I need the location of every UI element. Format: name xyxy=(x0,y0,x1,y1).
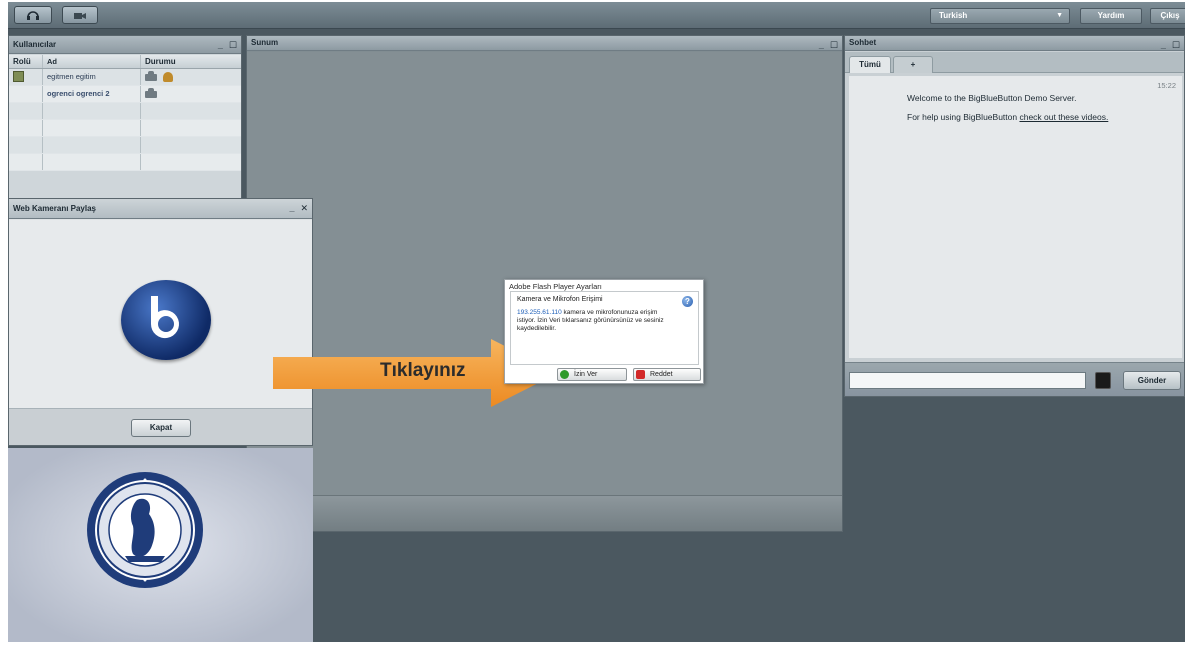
table-row-empty xyxy=(9,154,241,171)
chevron-down-icon: ▼ xyxy=(1056,12,1063,19)
chat-input-row: Gönder xyxy=(845,362,1184,396)
help-message: For help using BigBlueButton check out t… xyxy=(907,112,1157,123)
language-value: Turkish xyxy=(939,11,968,20)
users-panel: Kullanıcılar _ ☐ Rolü Ad Durumu egitmen e… xyxy=(8,35,242,205)
deny-label: Reddet xyxy=(650,371,673,378)
check-icon xyxy=(560,370,569,379)
help-link[interactable]: check out these videos. xyxy=(1019,112,1108,122)
minimize-icon[interactable]: _ xyxy=(218,37,223,54)
webcam-icon xyxy=(74,13,86,19)
table-row[interactable]: ogrenci ogrenci 2 xyxy=(9,86,241,103)
microphone-icon xyxy=(145,87,157,98)
table-row-empty xyxy=(9,103,241,120)
headset-button[interactable] xyxy=(14,6,52,24)
chat-panel: Sohbet _ ☐ Tümü + 15:22 Welcome to the Bi… xyxy=(844,35,1185,397)
maximize-icon[interactable]: ☐ xyxy=(229,37,237,54)
send-button[interactable]: Gönder xyxy=(1123,371,1181,390)
bigbluebutton-window: Turkish ▼ Yardım Çıkış Kullanıcılar _ ☐ R… xyxy=(8,2,1185,642)
user-name: egitmen egitim xyxy=(43,69,141,85)
top-toolbar: Turkish ▼ Yardım Çıkış xyxy=(8,2,1185,29)
chat-messages: 15:22 Welcome to the BigBlueButton Demo … xyxy=(849,76,1182,358)
dialog-text: 193.255.61.110 kamera ve mikrofonunuza e… xyxy=(517,309,677,333)
deny-icon xyxy=(636,370,645,379)
maximize-icon[interactable]: ☐ xyxy=(830,38,838,52)
user-name: ogrenci ogrenci 2 xyxy=(43,86,141,102)
table-row-empty xyxy=(9,120,241,137)
presentation-canvas xyxy=(247,52,842,495)
presentation-panel-title: Sunum _ ☐ xyxy=(247,36,842,51)
tab-all[interactable]: Tümü xyxy=(849,56,891,73)
presenter-icon xyxy=(163,72,173,82)
users-table-header: Rolü Ad Durumu xyxy=(9,55,241,69)
users-title: Kullanıcılar xyxy=(13,40,57,49)
webcam-preview xyxy=(9,220,312,408)
minimize-icon[interactable]: _ xyxy=(289,199,294,218)
server-ip: 193.255.61.110 xyxy=(517,309,562,316)
color-picker[interactable] xyxy=(1095,372,1111,389)
webcam-footer: Kapat xyxy=(9,408,312,445)
column-name[interactable]: Ad xyxy=(43,55,141,68)
moderator-icon xyxy=(13,71,24,82)
help-button[interactable]: Yardım xyxy=(1080,8,1142,24)
users-table: Rolü Ad Durumu egitmen egitim ogrenci og… xyxy=(9,55,241,171)
message-time: 15:22 xyxy=(1157,81,1176,90)
b-logo-glyph xyxy=(150,296,179,339)
welcome-message: Welcome to the BigBlueButton Demo Server… xyxy=(907,93,1077,103)
language-select[interactable]: Turkish ▼ xyxy=(930,8,1070,24)
users-panel-title: Kullanıcılar _ ☐ xyxy=(9,36,241,54)
maximize-icon[interactable]: ☐ xyxy=(1172,38,1180,52)
help-icon[interactable]: ? xyxy=(682,296,693,307)
help-text: For help using BigBlueButton xyxy=(907,112,1020,122)
dialog-title: Adobe Flash Player Ayarları xyxy=(509,282,602,291)
column-role[interactable]: Rolü xyxy=(9,55,43,68)
flash-permission-dialog: Adobe Flash Player Ayarları Kamera ve Mi… xyxy=(504,279,704,384)
tab-add[interactable]: + xyxy=(893,56,933,73)
chat-panel-title: Sohbet _ ☐ xyxy=(845,36,1184,51)
chat-input[interactable] xyxy=(849,372,1086,389)
presentation-title: Sunum xyxy=(251,38,279,47)
minimize-icon[interactable]: _ xyxy=(1161,38,1166,52)
allow-label: İzin Ver xyxy=(574,371,598,378)
table-row[interactable]: egitmen egitim xyxy=(9,69,241,86)
allow-button[interactable]: İzin Ver xyxy=(557,368,627,381)
webcam-panel: Web Kameranı Paylaş _ ✕ Kapat xyxy=(8,198,313,446)
bigbluebutton-logo xyxy=(121,280,211,360)
microphone-icon xyxy=(145,70,157,81)
table-row-empty xyxy=(9,137,241,154)
university-seal xyxy=(87,472,203,588)
annotation-label: Tıklayınız xyxy=(380,360,466,381)
headset-icon xyxy=(27,11,39,20)
logo-area xyxy=(8,448,313,642)
webcam-title: Web Kameranı Paylaş xyxy=(13,204,97,213)
dialog-heading: Kamera ve Mikrofon Erişimi xyxy=(517,296,603,303)
dialog-content: Kamera ve Mikrofon Erişimi ? 193.255.61.… xyxy=(510,291,699,365)
chat-tabs: Tümü + xyxy=(845,52,1184,73)
deny-button[interactable]: Reddet xyxy=(633,368,701,381)
logout-button[interactable]: Çıkış xyxy=(1150,8,1185,24)
chat-title: Sohbet xyxy=(849,38,877,47)
webcam-panel-title[interactable]: Web Kameranı Paylaş _ ✕ xyxy=(9,199,312,219)
close-camera-button[interactable]: Kapat xyxy=(131,419,191,437)
webcam-button[interactable] xyxy=(62,6,98,24)
column-status[interactable]: Durumu xyxy=(141,55,241,68)
presentation-controls xyxy=(247,495,842,531)
minimize-icon[interactable]: _ xyxy=(819,38,824,52)
close-icon[interactable]: ✕ xyxy=(300,199,308,218)
